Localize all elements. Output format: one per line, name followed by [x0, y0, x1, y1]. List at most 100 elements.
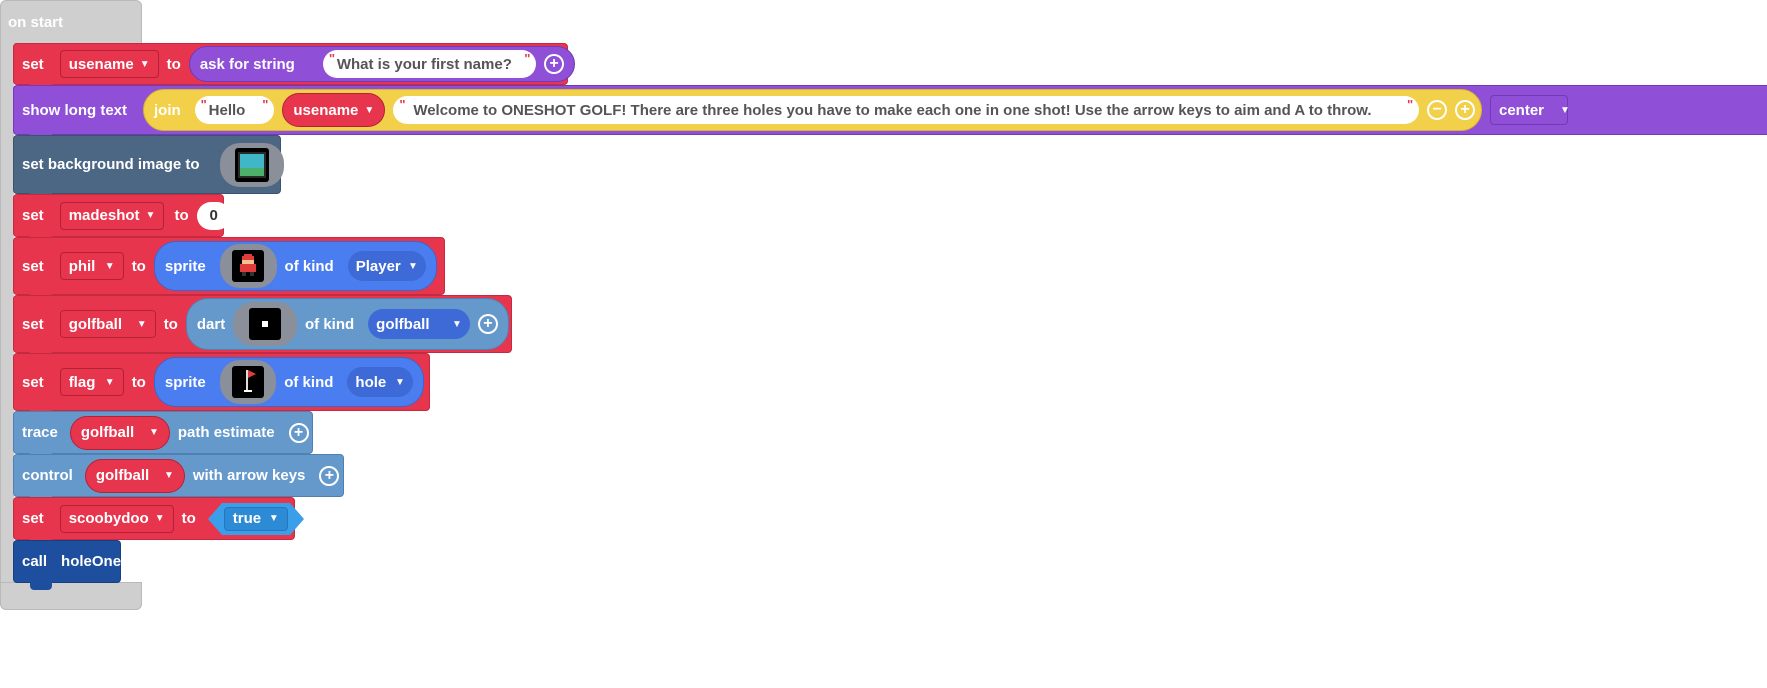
- sprite-label: sprite: [164, 373, 206, 391]
- ball-sprite-icon: [249, 308, 282, 340]
- expand-plus-icon[interactable]: +: [1455, 100, 1476, 120]
- ask-for-string-block[interactable]: ask for string " What is your first name…: [188, 46, 575, 82]
- call-function-block[interactable]: call holeOne: [13, 540, 121, 583]
- boolean-dropdown[interactable]: true ▼: [223, 506, 288, 531]
- landscape-image-icon: [234, 147, 269, 182]
- block-notch: [30, 582, 52, 590]
- expand-plus-icon[interactable]: +: [544, 54, 564, 74]
- hello-string-input[interactable]: " Hello ": [194, 96, 275, 124]
- remove-minus-icon[interactable]: −: [1427, 100, 1448, 120]
- show-long-text-block[interactable]: show long text join " Hello " usename ▼ "…: [13, 85, 1767, 135]
- open-quote-icon: ": [328, 51, 336, 66]
- of-kind-label: of kind: [305, 315, 355, 333]
- boolean-true-block[interactable]: true ▼: [207, 502, 304, 535]
- set-keyword: set: [22, 207, 44, 224]
- flag-sprite-icon: [231, 366, 264, 398]
- set-background-image-block[interactable]: set background image to: [13, 135, 284, 194]
- with-arrow-keys-label: with arrow keys: [192, 467, 306, 484]
- sprite-of-kind-block[interactable]: sprite of kind hole ▼: [153, 357, 424, 407]
- control-label: control: [22, 467, 73, 484]
- variable-reporter-golfball[interactable]: golfball ▼: [84, 458, 185, 493]
- background-image-picker[interactable]: [219, 142, 284, 187]
- dart-image-picker[interactable]: [233, 302, 297, 346]
- set-keyword: set: [22, 55, 44, 73]
- of-kind-label: of kind: [284, 373, 334, 391]
- chevron-down-icon: ▼: [145, 210, 156, 221]
- sprite-label: sprite: [164, 257, 206, 275]
- variable-dropdown-usename[interactable]: usename ▼: [59, 50, 159, 78]
- chevron-down-icon: ▼: [364, 104, 375, 116]
- join-label: join: [154, 101, 181, 119]
- to-keyword: to: [174, 207, 189, 224]
- to-keyword: to: [166, 55, 181, 73]
- set-madeshot-block[interactable]: set madeshot ▼ to 0: [13, 194, 231, 237]
- set-keyword: set: [22, 510, 44, 527]
- variable-reporter-usename[interactable]: usename ▼: [282, 93, 386, 127]
- variable-dropdown-golfball[interactable]: golfball ▼: [59, 310, 156, 338]
- set-phil-block[interactable]: set phil ▼ to sprite of kind Player ▼: [13, 237, 445, 295]
- control-arrow-keys-block[interactable]: control golfball ▼ with arrow keys +: [13, 454, 344, 497]
- on-start-hat[interactable]: on start: [0, 0, 142, 44]
- expand-plus-icon[interactable]: +: [477, 314, 498, 334]
- variable-dropdown-phil[interactable]: phil ▼: [59, 252, 124, 280]
- chevron-down-icon: ▼: [136, 318, 147, 330]
- dart-label: dart: [196, 315, 226, 333]
- set-keyword: set: [22, 373, 44, 391]
- chevron-down-icon: ▼: [104, 260, 115, 272]
- expand-plus-icon[interactable]: +: [319, 465, 340, 486]
- sprite-image-picker[interactable]: [219, 244, 277, 288]
- chevron-down-icon: ▼: [148, 427, 159, 438]
- set-flag-block[interactable]: set flag ▼ to sprite of kind hole ▼: [13, 353, 430, 411]
- set-keyword: set: [22, 315, 44, 333]
- chevron-down-icon: ▼: [394, 376, 405, 388]
- number-input[interactable]: 0: [196, 201, 231, 230]
- join-block[interactable]: join " Hello " usename ▼ " Welcome to ONE…: [143, 89, 1482, 131]
- close-quote-icon: ": [524, 51, 531, 66]
- kind-dropdown-golfball[interactable]: golfball ▼: [368, 309, 470, 339]
- to-keyword: to: [163, 315, 178, 333]
- show-long-text-label: show long text: [22, 101, 127, 119]
- open-quote-icon: ": [200, 97, 207, 112]
- chevron-down-icon: ▼: [154, 513, 165, 524]
- dart-of-kind-block[interactable]: dart of kind golfball ▼ +: [185, 298, 509, 350]
- kind-dropdown-hole[interactable]: hole ▼: [347, 367, 413, 397]
- set-background-image-label: set background image to: [22, 156, 200, 173]
- welcome-string-input[interactable]: " Welcome to ONESHOT GOLF! There are thr…: [393, 96, 1420, 124]
- chevron-down-icon: ▼: [268, 513, 279, 524]
- open-quote-icon: ": [399, 97, 406, 112]
- to-keyword: to: [181, 510, 196, 527]
- kind-dropdown-player[interactable]: Player ▼: [347, 251, 426, 281]
- path-estimate-label: path estimate: [177, 424, 275, 441]
- call-label: call: [22, 553, 48, 570]
- chevron-down-icon: ▼: [163, 470, 174, 481]
- ask-for-string-label: ask for string: [199, 55, 295, 73]
- chevron-down-icon: ▼: [104, 376, 115, 388]
- to-keyword: to: [131, 257, 146, 275]
- hat-side-rail: [0, 43, 14, 583]
- on-start-label: on start: [8, 14, 64, 31]
- variable-dropdown-flag[interactable]: flag ▼: [59, 368, 124, 396]
- sprite-of-kind-block[interactable]: sprite of kind Player ▼: [153, 241, 437, 291]
- set-golfball-block[interactable]: set golfball ▼ to dart of kind golfball ▼ …: [13, 295, 512, 353]
- expand-plus-icon[interactable]: +: [288, 422, 309, 443]
- character-sprite-icon: [232, 250, 265, 282]
- hat-footer: [0, 582, 142, 610]
- chevron-down-icon: ▼: [407, 260, 418, 272]
- close-quote-icon: ": [262, 97, 269, 112]
- close-quote-icon: ": [1407, 97, 1414, 112]
- variable-dropdown-madeshot[interactable]: madeshot ▼: [59, 201, 165, 230]
- set-username-block[interactable]: set usename ▼ to ask for string " What is…: [13, 43, 575, 85]
- variable-reporter-golfball[interactable]: golfball ▼: [69, 415, 170, 450]
- chevron-down-icon: ▼: [1560, 104, 1570, 116]
- trace-label: trace: [22, 424, 58, 441]
- set-scoobydoo-block[interactable]: set scoobydoo ▼ to true ▼: [13, 497, 304, 540]
- chevron-down-icon: ▼: [452, 318, 462, 330]
- alignment-dropdown[interactable]: center ▼: [1490, 95, 1570, 125]
- of-kind-label: of kind: [284, 257, 334, 275]
- trace-path-block[interactable]: trace golfball ▼ path estimate +: [13, 411, 313, 454]
- prompt-string-input[interactable]: " What is your first name? ": [322, 50, 537, 78]
- chevron-down-icon: ▼: [139, 58, 150, 70]
- sprite-image-picker[interactable]: [219, 360, 277, 404]
- to-keyword: to: [131, 373, 146, 391]
- variable-dropdown-scoobydoo[interactable]: scoobydoo ▼: [59, 504, 174, 533]
